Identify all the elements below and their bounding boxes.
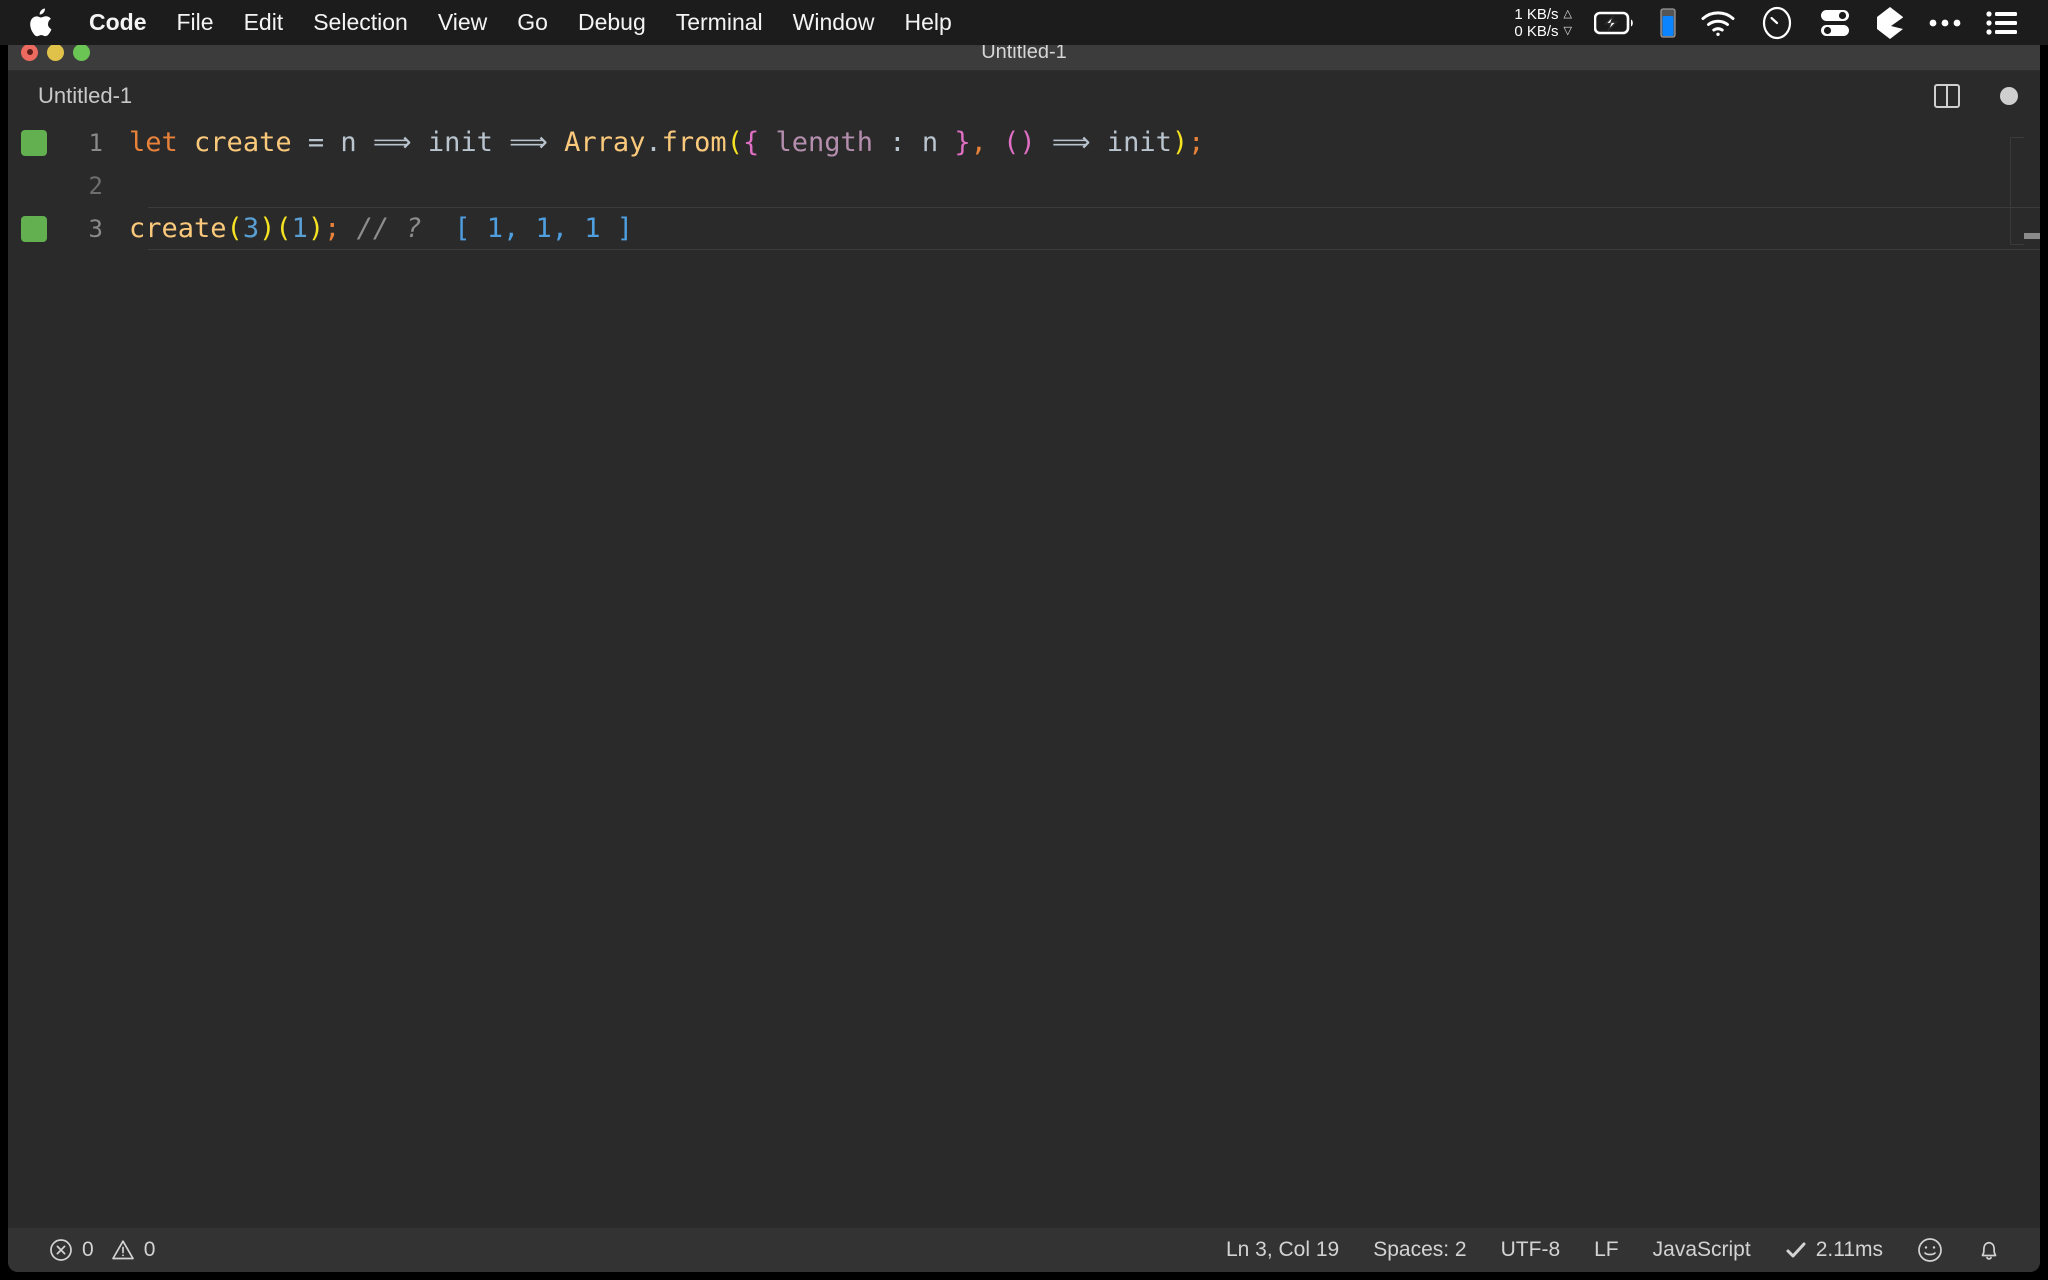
scrollbar-thumb[interactable] bbox=[2024, 233, 2040, 239]
vscode-window: Untitled-1 Untitled-1 1 let create = n ⟹… bbox=[8, 34, 2040, 1272]
menu-view[interactable]: View bbox=[423, 0, 502, 45]
maximize-window-button[interactable] bbox=[73, 43, 90, 61]
macos-menubar: Code File Edit Selection View Go Debug T… bbox=[0, 0, 2048, 45]
cursor-position[interactable]: Ln 3, Col 19 bbox=[1209, 1238, 1356, 1262]
coverage-marker-line-3 bbox=[21, 215, 47, 242]
code-line-1[interactable]: 1 let create = n ⟹ init ⟹ Array.from({ l… bbox=[8, 121, 2040, 164]
code-editor[interactable]: 1 let create = n ⟹ init ⟹ Array.from({ l… bbox=[8, 121, 2040, 1228]
status-bar: 0 0 Ln 3, Col 19 Spaces: 2 UTF-8 LF Java… bbox=[8, 1228, 2040, 1272]
menu-help[interactable]: Help bbox=[889, 0, 966, 45]
blue-bar-indicator-icon[interactable] bbox=[1648, 7, 1688, 38]
tabbar-actions bbox=[1934, 71, 2018, 121]
line-number-3: 3 bbox=[88, 214, 103, 243]
unsaved-dot-icon[interactable] bbox=[2000, 87, 2018, 105]
menu-code[interactable]: Code bbox=[74, 0, 162, 45]
upload-speed-label: 1 KB/s bbox=[1514, 5, 1559, 23]
problems-indicator[interactable]: 0 0 bbox=[32, 1238, 172, 1262]
toggle-switches-icon[interactable] bbox=[1806, 6, 1864, 40]
warning-triangle-icon bbox=[111, 1238, 135, 1262]
error-circle-icon bbox=[49, 1238, 73, 1262]
encoding-setting[interactable]: UTF-8 bbox=[1484, 1238, 1578, 1262]
menu-edit[interactable]: Edit bbox=[229, 0, 299, 45]
indentation-setting[interactable]: Spaces: 2 bbox=[1356, 1238, 1483, 1262]
coverage-marker-line-2 bbox=[21, 173, 47, 199]
list-menu-icon[interactable] bbox=[1974, 10, 2030, 36]
close-window-button[interactable] bbox=[21, 43, 38, 61]
menu-window[interactable]: Window bbox=[778, 0, 890, 45]
upload-arrow-icon: △ bbox=[1563, 7, 1572, 20]
network-speed-indicator[interactable]: 1 KB/s 0 KB/s △ ▽ bbox=[1504, 6, 1582, 40]
editor-scrollbar[interactable] bbox=[2010, 123, 2040, 1228]
code-line-3[interactable]: 3 create(3)(1); // ? [ 1, 1, 1 ] bbox=[8, 207, 2040, 250]
feedback-smiley-icon[interactable] bbox=[1900, 1237, 1960, 1263]
line-number-1: 1 bbox=[88, 128, 103, 157]
status-bar-right: Ln 3, Col 19 Spaces: 2 UTF-8 LF JavaScri… bbox=[1209, 1237, 2040, 1263]
status-bar-left: 0 0 bbox=[8, 1238, 172, 1262]
eol-setting[interactable]: LF bbox=[1577, 1238, 1636, 1262]
error-count: 0 bbox=[82, 1238, 94, 1261]
code-text-line-3[interactable]: create(3)(1); // ? [ 1, 1, 1 ] bbox=[125, 213, 633, 244]
wifi-icon[interactable] bbox=[1688, 9, 1748, 37]
run-time-indicator[interactable]: 2.11ms bbox=[1768, 1238, 1900, 1262]
menubar-items: Code File Edit Selection View Go Debug T… bbox=[0, 0, 967, 45]
download-arrow-icon: ▽ bbox=[1563, 24, 1572, 37]
menu-selection[interactable]: Selection bbox=[298, 0, 423, 45]
line-number-2: 2 bbox=[88, 171, 103, 200]
language-mode[interactable]: JavaScript bbox=[1636, 1238, 1768, 1262]
coverage-marker-line-1 bbox=[21, 129, 47, 156]
checkmark-icon bbox=[1785, 1240, 1807, 1260]
apple-logo-icon[interactable] bbox=[26, 8, 52, 38]
clock-gauge-icon[interactable] bbox=[1748, 6, 1806, 40]
run-time-value: 2.11ms bbox=[1815, 1238, 1883, 1261]
menu-terminal[interactable]: Terminal bbox=[661, 0, 778, 45]
minimize-window-button[interactable] bbox=[47, 43, 64, 61]
battery-charging-icon[interactable] bbox=[1582, 11, 1648, 35]
code-line-2[interactable]: 2 bbox=[8, 164, 2040, 207]
pen-marker-icon[interactable] bbox=[1864, 6, 1916, 40]
menubar-status-tray: 1 KB/s 0 KB/s △ ▽ bbox=[1504, 0, 2048, 45]
ellipsis-icon[interactable] bbox=[1916, 17, 1974, 29]
editor-tabbar: Untitled-1 bbox=[8, 71, 2040, 121]
scrollbar-track bbox=[2010, 137, 2024, 245]
download-speed-label: 0 KB/s bbox=[1514, 22, 1559, 40]
traffic-light-buttons bbox=[21, 43, 90, 61]
notifications-bell-icon[interactable] bbox=[1960, 1237, 2018, 1263]
editor-tab-untitled-1[interactable]: Untitled-1 bbox=[8, 71, 159, 121]
menu-file[interactable]: File bbox=[162, 0, 229, 45]
split-editor-icon[interactable] bbox=[1934, 84, 1960, 108]
code-text-line-1[interactable]: let create = n ⟹ init ⟹ Array.from({ len… bbox=[125, 127, 1204, 158]
menu-go[interactable]: Go bbox=[502, 0, 563, 45]
tab-label: Untitled-1 bbox=[38, 83, 133, 108]
menu-debug[interactable]: Debug bbox=[563, 0, 661, 45]
warning-count: 0 bbox=[143, 1238, 156, 1261]
